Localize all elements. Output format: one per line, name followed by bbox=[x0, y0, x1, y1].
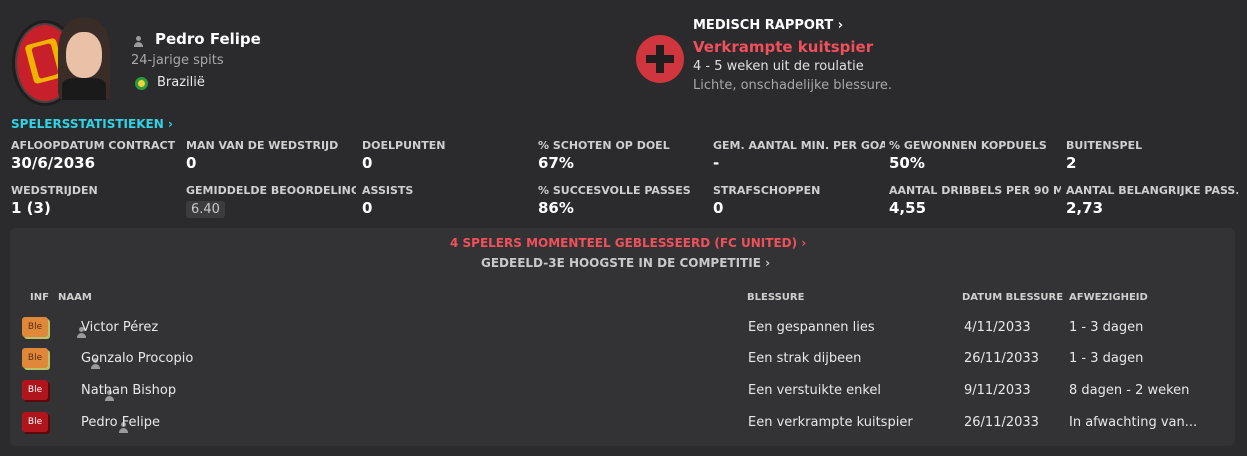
rating-chip: 6.40 bbox=[186, 198, 225, 218]
injury-date: 9/11/2033 bbox=[964, 383, 1031, 398]
column-header-name[interactable]: NAAM bbox=[58, 292, 92, 303]
stat-label: MAN VAN DE WEDSTRIJD bbox=[186, 139, 339, 152]
injury-absence: 1 - 3 dagen bbox=[1069, 320, 1144, 335]
stat-value: 0 bbox=[362, 154, 373, 172]
injury-absence: 1 - 3 dagen bbox=[1069, 351, 1144, 366]
stat-value: 2,73 bbox=[1066, 199, 1104, 217]
player-stats-link[interactable]: SPELERSSTATISTIEKEN › bbox=[11, 117, 173, 131]
stat-label: GEM. AANTAL MIN. PER GOAL bbox=[713, 139, 885, 152]
stat-value: 0 bbox=[713, 199, 724, 217]
stat-value: 0 bbox=[362, 199, 373, 217]
column-header-absence[interactable]: AFWEZIGHEID bbox=[1069, 292, 1148, 303]
stat-label: WEDSTRIJDEN bbox=[11, 184, 98, 197]
injured-players-link[interactable]: 4 SPELERS MOMENTEEL GEBLESSEERD (FC UNIT… bbox=[450, 236, 806, 250]
chevron-right-icon: › bbox=[801, 236, 807, 250]
stat-value: - bbox=[713, 154, 720, 172]
league-ranking-label: GEDEELD-3E HOOGSTE IN DE COMPETITIE bbox=[481, 256, 761, 270]
stat-value: 2 bbox=[1066, 154, 1077, 172]
player-photo[interactable] bbox=[58, 18, 110, 100]
player-nationality[interactable]: Brazilië bbox=[157, 75, 205, 90]
injury-type: Een verkrampte kuitspier bbox=[748, 415, 913, 430]
stat-value: 6.40 bbox=[186, 201, 225, 218]
column-header-date[interactable]: DATUM BLESSURE bbox=[962, 292, 1063, 303]
injury-absence: 8 dagen - 2 weken bbox=[1069, 383, 1190, 398]
stat-label: STRAFSCHOPPEN bbox=[713, 184, 821, 197]
column-header-injury[interactable]: BLESSURE bbox=[747, 292, 804, 303]
injury-date: 4/11/2033 bbox=[964, 320, 1031, 335]
stat-value: 1 (3) bbox=[11, 199, 51, 217]
chevron-right-icon: › bbox=[765, 256, 771, 270]
injury-status-badge: Ble bbox=[22, 412, 48, 432]
stat-label: % GEWONNEN KOPDUELS bbox=[889, 139, 1047, 152]
stat-label: AANTAL BELANGRIJKE PASS... bbox=[1066, 184, 1238, 197]
injury-type: Een gespannen lies bbox=[748, 320, 875, 335]
chevron-right-icon: › bbox=[167, 117, 173, 131]
stat-value: 86% bbox=[538, 199, 574, 217]
injury-date: 26/11/2033 bbox=[964, 351, 1039, 366]
stat-value: 0 bbox=[186, 154, 197, 172]
injury-type: Een strak dijbeen bbox=[748, 351, 862, 366]
chevron-right-icon: › bbox=[837, 18, 844, 33]
stat-label: % SCHOTEN OP DOEL bbox=[538, 139, 670, 152]
stat-value: 30/6/2036 bbox=[11, 154, 96, 172]
injured-player-name[interactable]: Victor Pérez bbox=[81, 320, 158, 335]
stat-value: 4,55 bbox=[889, 199, 927, 217]
injured-player-name[interactable]: Gonzalo Procopio bbox=[81, 351, 193, 366]
stat-label: AANTAL DRIBBELS PER 90 M... bbox=[889, 184, 1061, 197]
stat-value: 67% bbox=[538, 154, 574, 172]
injury-severity: Lichte, onschadelijke blessure. bbox=[693, 78, 893, 93]
injured-players-label: 4 SPELERS MOMENTEEL GEBLESSEERD (FC UNIT… bbox=[450, 236, 798, 250]
player-name[interactable]: Pedro Felipe bbox=[155, 30, 261, 48]
injury-name: Verkrampte kuitspier bbox=[693, 38, 874, 56]
stat-label: ASSISTS bbox=[362, 184, 414, 197]
stat-label: GEMIDDELDE BEOORDELING bbox=[186, 184, 356, 197]
brazil-flag-icon bbox=[135, 77, 148, 90]
injury-date: 26/11/2033 bbox=[964, 415, 1039, 430]
injury-duration: 4 - 5 weken uit de roulatie bbox=[693, 59, 864, 74]
stat-label: % SUCCESVOLLE PASSES bbox=[538, 184, 691, 197]
stat-value: 50% bbox=[889, 154, 925, 172]
medical-cross-icon bbox=[636, 35, 684, 83]
medical-report-label: MEDISCH RAPPORT bbox=[693, 18, 834, 33]
injury-type: Een verstuikte enkel bbox=[748, 383, 882, 398]
league-ranking-link[interactable]: GEDEELD-3E HOOGSTE IN DE COMPETITIE › bbox=[481, 256, 770, 270]
injury-status-badge: Ble bbox=[22, 317, 48, 337]
injured-player-name[interactable]: Nathan Bishop bbox=[81, 383, 176, 398]
player-subtitle: 24-jarige spits bbox=[131, 53, 224, 68]
injured-player-name[interactable]: Pedro Felipe bbox=[81, 415, 160, 430]
person-icon bbox=[134, 36, 143, 47]
injury-absence: In afwachting van... bbox=[1069, 415, 1198, 430]
stat-label: BUITENSPEL bbox=[1066, 139, 1143, 152]
medical-report-link[interactable]: MEDISCH RAPPORT › bbox=[693, 18, 843, 33]
player-stats-label: SPELERSSTATISTIEKEN bbox=[11, 117, 164, 131]
stat-label: DOELPUNTEN bbox=[362, 139, 446, 152]
stat-label: AFLOOPDATUM CONTRACT bbox=[11, 139, 176, 152]
column-header-inf[interactable]: INF bbox=[30, 292, 49, 303]
injury-status-badge: Ble bbox=[22, 380, 48, 400]
injury-status-badge: Ble bbox=[22, 348, 48, 368]
